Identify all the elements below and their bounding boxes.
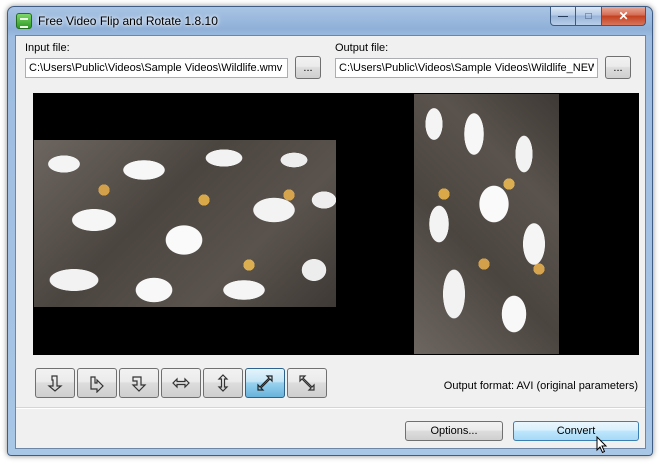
diagonal-down-icon <box>299 375 315 391</box>
input-file-label: Input file: <box>25 42 70 54</box>
maximize-button[interactable]: □ <box>576 7 602 26</box>
app-window: Free Video Flip and Rotate 1.8.10 — □ ✕ … <box>7 6 653 456</box>
flip-vertical-button[interactable] <box>203 368 243 398</box>
diagonal-up-icon <box>257 375 273 391</box>
rotate-cw-button[interactable] <box>77 368 117 398</box>
window-title: Free Video Flip and Rotate 1.8.10 <box>38 14 218 28</box>
output-browse-button[interactable]: ... <box>605 56 631 79</box>
transpose-button[interactable] <box>245 368 285 398</box>
output-file-field[interactable] <box>335 58 598 78</box>
mouse-cursor-icon <box>596 436 608 454</box>
rotate-ccw-button[interactable] <box>35 368 75 398</box>
input-video-preview <box>34 140 336 307</box>
convert-button[interactable]: Convert <box>513 421 639 441</box>
flip-horizontal-icon <box>172 377 190 389</box>
close-button[interactable]: ✕ <box>602 7 646 26</box>
output-video-preview <box>414 94 559 354</box>
transverse-button[interactable] <box>287 368 327 398</box>
title-bar[interactable]: Free Video Flip and Rotate 1.8.10 — □ ✕ <box>8 7 652 35</box>
output-format-text: Output format: AVI (original parameters) <box>443 380 638 392</box>
minimize-icon: — <box>558 10 568 22</box>
rotate-180-button[interactable] <box>119 368 159 398</box>
input-browse-button[interactable]: ... <box>295 56 321 79</box>
flip-horizontal-button[interactable] <box>161 368 201 398</box>
preview-area <box>33 93 639 355</box>
maximize-icon: □ <box>585 10 592 22</box>
rotate-180-icon <box>131 376 147 392</box>
close-icon: ✕ <box>618 9 629 23</box>
input-file-field[interactable] <box>25 58 288 78</box>
output-file-label: Output file: <box>335 42 389 54</box>
app-icon[interactable] <box>16 13 32 29</box>
rotate-ccw-icon <box>47 375 63 392</box>
flip-vertical-icon <box>217 374 229 392</box>
minimize-button[interactable]: — <box>550 7 576 26</box>
footer-divider <box>16 407 645 409</box>
rotate-cw-icon <box>90 376 104 393</box>
options-button[interactable]: Options... <box>405 421 503 441</box>
main-panel: Input file: ... Output file: ... <box>15 35 646 454</box>
caption-buttons: — □ ✕ <box>550 7 646 26</box>
